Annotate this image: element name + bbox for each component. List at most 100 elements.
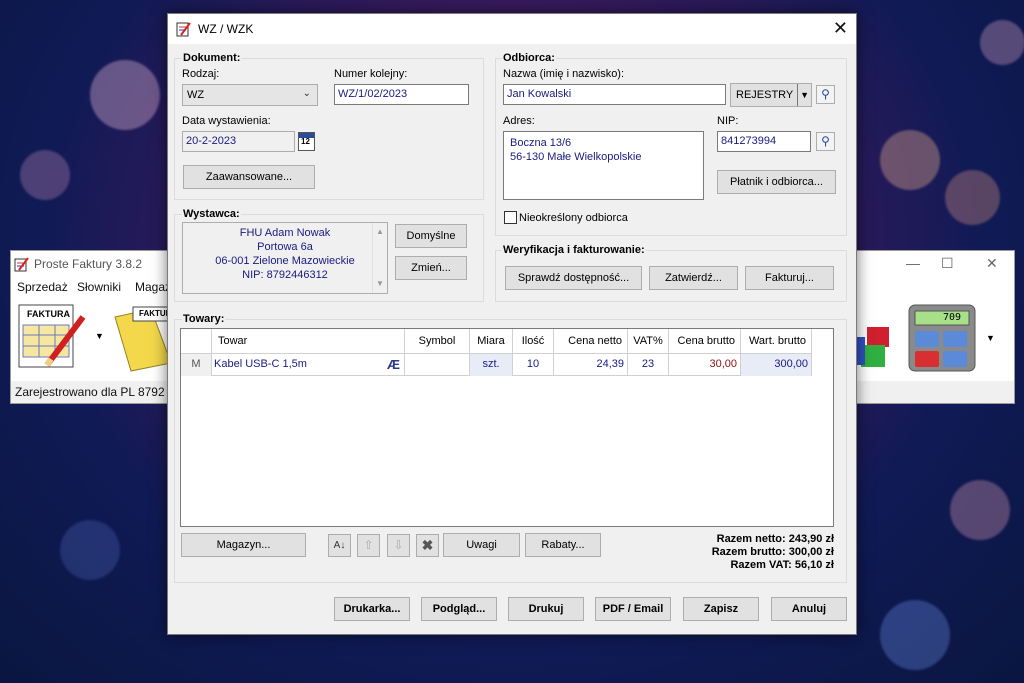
dialog-titlebar: WZ / WZK ✕: [168, 14, 856, 44]
towary-table[interactable]: Towar Symbol Miara Ilość Cena netto VAT%…: [180, 328, 834, 527]
col-cena-netto[interactable]: Cena netto: [554, 329, 628, 354]
app-icon: [14, 257, 29, 272]
bokeh-light: [20, 150, 70, 200]
main-app-title: Proste Faktury 3.8.2: [34, 257, 143, 271]
zapisz-button[interactable]: Zapisz: [683, 597, 759, 621]
cell-ilosc[interactable]: 10: [513, 354, 554, 376]
razem-brutto: Razem brutto: 300,00 zł: [711, 546, 834, 558]
menu-slowniki[interactable]: Słowniki: [77, 280, 121, 294]
faktura-dropdown-icon[interactable]: ▼: [95, 331, 104, 341]
data-label: Data wystawienia:: [182, 115, 271, 127]
anuluj-button[interactable]: Anuluj: [771, 597, 847, 621]
rabaty-button[interactable]: Rabaty...: [525, 533, 601, 557]
rejestry-button[interactable]: REJESTRY ▼: [730, 83, 812, 107]
chevron-down-icon: ⌄: [302, 88, 311, 99]
minimize-icon[interactable]: —: [906, 255, 920, 271]
arrow-up-icon[interactable]: ⇧: [357, 534, 380, 557]
odbiorca-group-title: Odbiorca:: [502, 52, 556, 64]
binoculars-icon[interactable]: ⚲: [816, 132, 835, 151]
close-icon[interactable]: ✕: [986, 255, 998, 272]
calendar-day: 12: [301, 137, 310, 146]
bokeh-light: [90, 60, 160, 130]
pdf-email-button[interactable]: PDF / Email: [595, 597, 671, 621]
numer-field[interactable]: WZ/1/02/2023: [334, 84, 469, 105]
adres-field[interactable]: Boczna 13/6 56-130 Małe Wielkopolskie: [503, 131, 704, 200]
scroll-up-icon: ▲: [376, 227, 384, 236]
calculator-dropdown-icon[interactable]: ▼: [986, 333, 995, 343]
col-wart-brutto[interactable]: Wart. brutto: [741, 329, 812, 354]
arrow-down-icon[interactable]: ⇩: [387, 534, 410, 557]
adres-label: Adres:: [503, 115, 535, 127]
podglad-button[interactable]: Podgląd...: [421, 597, 497, 621]
table-row[interactable]: M Kabel USB-C 1,5m Æ szt. 10 24,39 23 30…: [181, 354, 812, 376]
nip-field[interactable]: 841273994: [717, 131, 811, 152]
wystawca-field[interactable]: FHU Adam Nowak Portowa 6a 06-001 Zielone…: [182, 222, 388, 294]
wystawca-line: Portowa 6a: [257, 241, 313, 253]
document-edit-icon: [176, 22, 191, 37]
nazwa-label: Nazwa (imię i nazwisko):: [503, 68, 625, 80]
drukuj-button[interactable]: Drukuj: [508, 597, 584, 621]
scroll-down-icon: ▼: [376, 279, 384, 288]
delete-icon[interactable]: ✖: [416, 534, 439, 557]
menu-sprzedaz[interactable]: Sprzedaż: [17, 280, 68, 294]
towary-group-title: Towary:: [182, 313, 226, 325]
registration-status: Zarejestrowano dla PL 8792: [15, 385, 165, 399]
cell-towar-text: Kabel USB-C 1,5m: [214, 358, 307, 370]
col-towar[interactable]: Towar: [212, 329, 405, 354]
adres-line: 56-130 Małe Wielkopolskie: [510, 151, 642, 163]
uwagi-button[interactable]: Uwagi: [443, 533, 520, 557]
magazyn-button[interactable]: Magazyn...: [181, 533, 306, 557]
close-icon[interactable]: ✕: [833, 18, 848, 39]
bokeh-light: [60, 520, 120, 580]
col-cena-brutto[interactable]: Cena brutto: [669, 329, 741, 354]
scrollbar[interactable]: ▲ ▼: [372, 223, 387, 293]
wystawca-line: NIP: 8792446312: [242, 269, 328, 281]
bokeh-light: [945, 170, 1000, 225]
rejestry-label: REJESTRY: [736, 89, 794, 101]
menu-magazyn[interactable]: Magaz: [135, 280, 171, 294]
faktura-label: FAKTURA: [139, 309, 169, 318]
rodzaj-value: WZ: [187, 89, 205, 101]
col-vat[interactable]: VAT%: [628, 329, 669, 354]
numer-label: Numer kolejny:: [334, 68, 408, 80]
col-ilosc[interactable]: Ilość: [513, 329, 554, 354]
domyslne-button[interactable]: Domyślne: [395, 224, 467, 248]
cell-wart-brutto[interactable]: 300,00: [741, 354, 812, 376]
nazwa-field[interactable]: Jan Kowalski: [503, 84, 726, 105]
rodzaj-select[interactable]: WZ ⌄: [182, 84, 318, 106]
calculator-icon: [908, 304, 976, 372]
col-symbol[interactable]: Symbol: [405, 329, 470, 354]
ae-icon: Æ: [387, 357, 400, 372]
wystawca-line: 06-001 Zielone Mazowieckie: [215, 255, 355, 267]
maximize-icon[interactable]: ☐: [941, 255, 954, 272]
data-field[interactable]: 20-2-2023: [182, 131, 295, 152]
advanced-button[interactable]: Zaawansowane...: [183, 165, 315, 189]
platnik-button[interactable]: Płatnik i odbiorca...: [717, 170, 836, 194]
zmien-button[interactable]: Zmień...: [395, 256, 467, 280]
faktura-label: FAKTURA: [27, 309, 70, 319]
zatwierdz-button[interactable]: Zatwierdź...: [649, 266, 738, 290]
cell-symbol[interactable]: [405, 354, 470, 376]
cubes-icon: [857, 327, 889, 367]
wystawca-line: FHU Adam Nowak: [239, 227, 331, 239]
fakturuj-button[interactable]: Fakturuj...: [745, 266, 834, 290]
calculator-tool-button[interactable]: 709: [907, 303, 977, 375]
drukarka-button[interactable]: Drukarka...: [334, 597, 410, 621]
sprawdz-button[interactable]: Sprawdź dostępność...: [505, 266, 642, 290]
nieokreslony-checkbox[interactable]: [504, 211, 517, 224]
cell-vat[interactable]: 23: [628, 354, 669, 376]
cell-towar[interactable]: Kabel USB-C 1,5m Æ: [212, 354, 405, 376]
col-miara[interactable]: Miara: [470, 329, 513, 354]
bokeh-light: [950, 480, 1010, 540]
faktura-tool-button[interactable]: FAKTURA: [17, 303, 89, 373]
binoculars-icon[interactable]: ⚲: [816, 85, 835, 104]
calendar-button[interactable]: 12: [298, 132, 315, 151]
bokeh-light: [980, 20, 1024, 65]
cell-cena-brutto[interactable]: 30,00: [669, 354, 741, 376]
cell-miara[interactable]: szt.: [470, 354, 513, 376]
folder-tool-button[interactable]: FAKTURA: [111, 303, 169, 373]
col-marker: [181, 329, 212, 354]
cubes-tool-button[interactable]: [857, 323, 897, 373]
sort-az-icon[interactable]: A↓: [328, 534, 351, 557]
cell-cena-netto[interactable]: 24,39: [554, 354, 628, 376]
